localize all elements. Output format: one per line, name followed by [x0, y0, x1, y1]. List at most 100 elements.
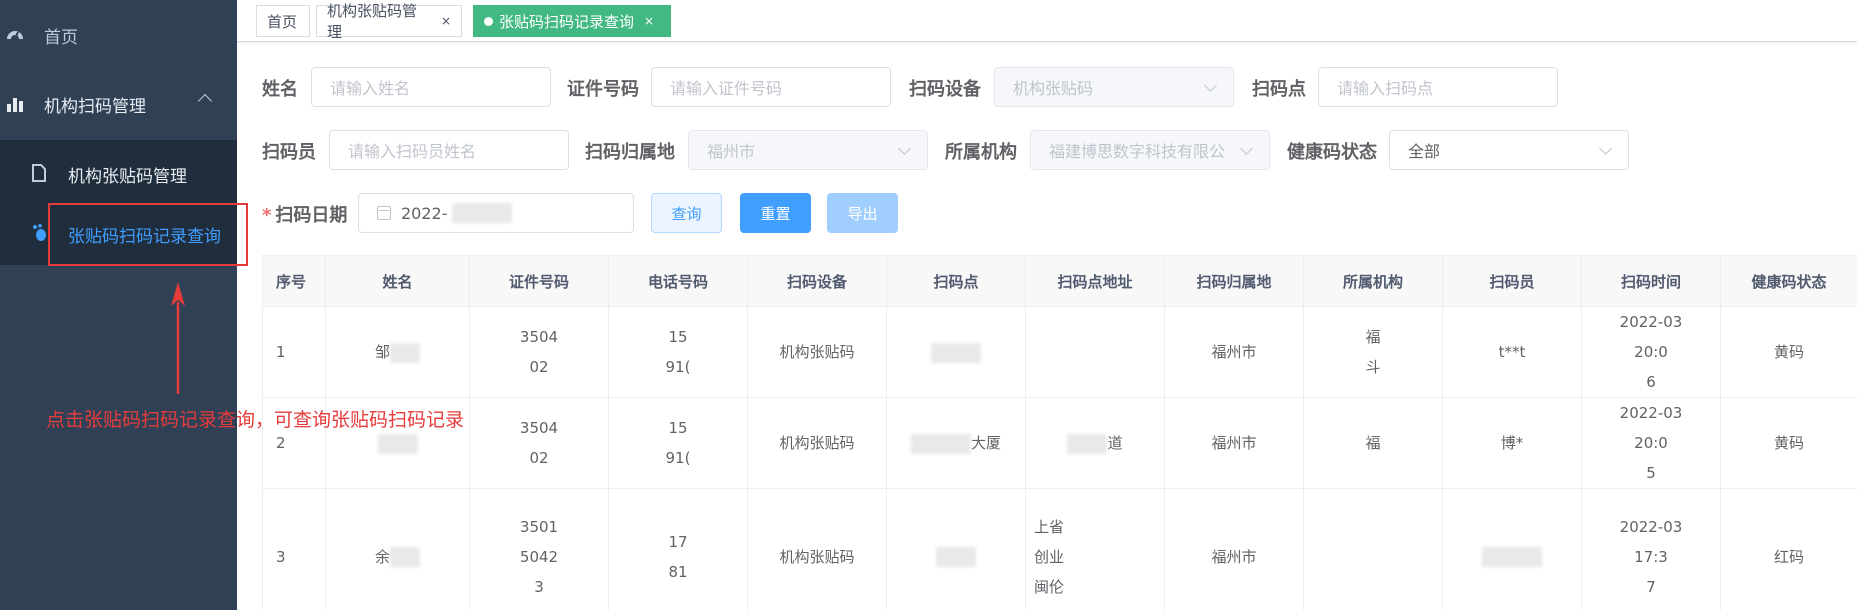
health-label: 健康码状态 [1287, 142, 1377, 163]
cell-address: 上省 创业 闽伦 [1025, 488, 1165, 610]
scanner-input[interactable]: 请输入扫码员姓名 [329, 130, 569, 170]
active-dot-icon [484, 16, 493, 26]
cell-seq: 3 [262, 488, 326, 610]
cell-time: 2022-03 17:3 7 [1581, 488, 1721, 610]
cell-id: 3504 02 [469, 397, 609, 489]
cell-name: 余 [325, 488, 470, 610]
reset-button[interactable]: 重置 [740, 193, 811, 233]
cell-device: 机构张贴码 [747, 306, 887, 398]
required-mark: * [262, 205, 272, 226]
region-select[interactable]: 福州市 [688, 130, 928, 170]
table-row[interactable]: 2 3504 02 15 91( 机构张贴码 大厦 道 福州市 福 博* 2022-… [262, 397, 1857, 489]
sidebar-item-home[interactable]: 首页 [0, 13, 237, 57]
org-select-value: 福建博思数字科技有限公 [1049, 142, 1226, 161]
sidebar-item-org-code-management[interactable]: 机构张贴码管理 [0, 148, 237, 198]
chevron-down-icon [1240, 142, 1253, 155]
device-label: 扫码设备 [909, 79, 981, 100]
tab-scan-record-query[interactable]: 张贴码扫码记录查询 × [473, 5, 671, 37]
cell-name: 邹 [325, 306, 470, 398]
cell-status: 黄码 [1720, 306, 1857, 398]
tab-label: 机构张贴码管理 [327, 2, 418, 41]
region-select-value: 福州市 [707, 142, 756, 161]
cell-region: 福州市 [1164, 397, 1304, 489]
cell-org [1303, 488, 1443, 610]
cell-phone: 15 91( [608, 306, 748, 398]
column-header: 扫码点 [886, 255, 1026, 307]
scan-records-table: 序号 姓名 证件号码 电话号码 扫码设备 扫码点 扫码点地址 扫码归属地 所属机… [262, 255, 1857, 610]
date-label: * 扫码日期 [262, 205, 348, 226]
column-header: 所属机构 [1303, 255, 1443, 307]
highlight-box [48, 203, 248, 266]
cell-address: 道 [1025, 397, 1165, 489]
cell-seq: 1 [262, 306, 326, 398]
table-row[interactable]: 1 邹 3504 02 15 91( 机构张贴码 福州市 福斗 t**t 2022-… [262, 306, 1857, 398]
column-header: 电话号码 [608, 255, 748, 307]
column-header: 扫码时间 [1581, 255, 1721, 307]
sidebar: 首页 机构扫码管理 机构张贴码管理 张贴码扫码记录查询 [0, 0, 248, 610]
export-button[interactable]: 导出 [827, 193, 898, 233]
close-icon[interactable]: × [441, 14, 451, 28]
chevron-up-icon [197, 93, 213, 109]
column-header: 扫码点地址 [1025, 255, 1165, 307]
cell-scanner: 博* [1442, 397, 1582, 489]
document-icon [32, 164, 46, 182]
cell-status: 红码 [1720, 488, 1857, 610]
cell-region: 福州市 [1164, 306, 1304, 398]
cell-point [886, 306, 1026, 398]
health-status-select[interactable]: 全部 [1389, 130, 1629, 170]
name-label: 姓名 [262, 79, 298, 100]
id-label: 证件号码 [567, 79, 639, 100]
table-header-row: 序号 姓名 证件号码 电话号码 扫码设备 扫码点 扫码点地址 扫码归属地 所属机… [262, 255, 1857, 307]
device-select-value: 机构张贴码 [1013, 79, 1094, 98]
tab-label: 张贴码扫码记录查询 [499, 12, 635, 31]
tags-view-bar: 首页 机构张贴码管理 × 张贴码扫码记录查询 × [237, 0, 1857, 42]
close-icon[interactable]: × [644, 14, 654, 28]
tab-label: 首页 [267, 12, 298, 31]
query-button[interactable]: 查询 [651, 193, 722, 233]
cell-address [1025, 306, 1165, 398]
sidebar-item-label: 首页 [44, 27, 78, 48]
region-label: 扫码归属地 [585, 142, 675, 163]
dashboard-icon [7, 31, 23, 40]
bar-chart-icon [7, 98, 23, 112]
column-header: 健康码状态 [1720, 255, 1857, 307]
sidebar-group-label: 机构扫码管理 [44, 96, 146, 117]
table-row[interactable]: 3 余 3501 5042 3 17 81 机构张贴码 上省 创业 闽伦 福州市 2022… [262, 488, 1857, 610]
annotation-arrow-icon [171, 282, 185, 394]
column-header: 扫码归属地 [1164, 255, 1304, 307]
point-input[interactable]: 请输入扫码点 [1318, 67, 1558, 107]
cell-phone: 15 91( [608, 397, 748, 489]
column-header: 证件号码 [469, 255, 609, 307]
cell-scanner [1442, 488, 1582, 610]
cell-point [886, 488, 1026, 610]
cell-time: 2022-03 20:0 5 [1581, 397, 1721, 489]
id-input[interactable]: 请输入证件号码 [651, 67, 891, 107]
cell-id: 3504 02 [469, 306, 609, 398]
cell-scanner: t**t [1442, 306, 1582, 398]
chevron-down-icon [1599, 142, 1612, 155]
cell-region: 福州市 [1164, 488, 1304, 610]
chevron-down-icon [1204, 79, 1217, 92]
tab-org-code-management[interactable]: 机构张贴码管理 × [316, 2, 462, 41]
tab-home[interactable]: 首页 [256, 5, 310, 37]
scanner-label: 扫码员 [262, 142, 316, 163]
sidebar-group-scan-management[interactable]: 机构扫码管理 [0, 82, 237, 126]
date-value: 2022- [401, 203, 448, 223]
health-select-value: 全部 [1408, 142, 1441, 161]
column-header: 序号 [262, 255, 326, 307]
date-picker[interactable]: 2022- [358, 193, 634, 233]
annotation-text: 点击张贴码扫码记录查询，可查询张贴码扫码记录 [46, 409, 465, 431]
org-select[interactable]: 福建博思数字科技有限公 [1030, 130, 1270, 170]
name-input[interactable]: 请输入姓名 [311, 67, 551, 107]
cell-time: 2022-03 20:0 6 [1581, 306, 1721, 398]
cell-point: 大厦 [886, 397, 1026, 489]
device-select[interactable]: 机构张贴码 [994, 67, 1234, 107]
sidebar-item-label: 机构张贴码管理 [68, 167, 187, 187]
cell-org: 福斗 [1303, 306, 1443, 398]
cell-id: 3501 5042 3 [469, 488, 609, 610]
column-header: 扫码员 [1442, 255, 1582, 307]
column-header: 姓名 [325, 255, 470, 307]
org-label: 所属机构 [945, 142, 1017, 163]
column-header: 扫码设备 [747, 255, 887, 307]
point-label: 扫码点 [1252, 79, 1306, 100]
